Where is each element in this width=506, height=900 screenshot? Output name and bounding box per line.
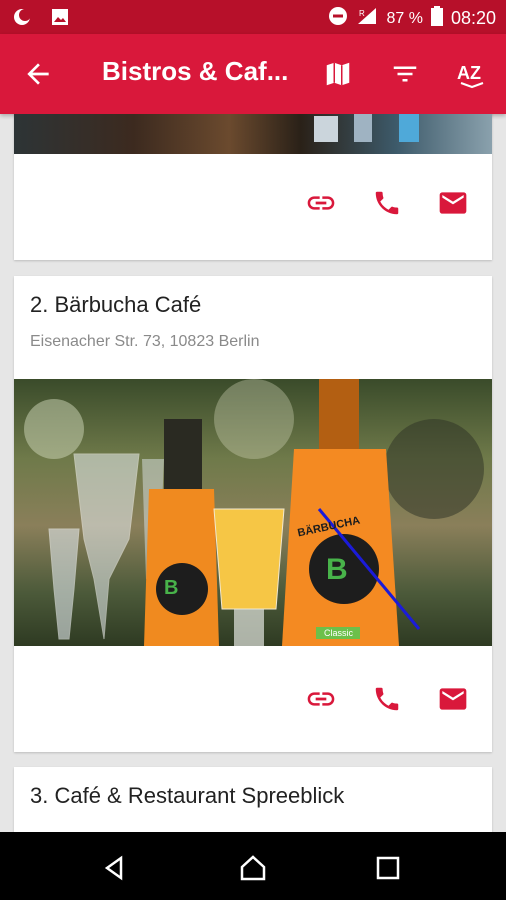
app-bar: Bistros & Caf... AZ (0, 34, 506, 114)
variant-label: Classic (324, 628, 354, 638)
link-icon[interactable] (304, 682, 338, 716)
list-item[interactable] (14, 114, 492, 260)
list-item[interactable]: 2. Bärbucha Café Eisenacher Str. 73, 108… (14, 276, 492, 752)
status-left-icons (12, 7, 70, 32)
moon-icon (12, 7, 32, 32)
card-actions (304, 682, 470, 716)
signal-icon: R (356, 6, 378, 31)
phone-icon[interactable] (370, 682, 404, 716)
item-name: 2. Bärbucha Café (30, 292, 202, 317)
svg-text:AZ: AZ (457, 63, 481, 83)
list-item[interactable]: 3. Café & Restaurant Spreeblick (14, 767, 492, 832)
back-triangle-icon[interactable] (96, 850, 132, 886)
phone-icon[interactable] (370, 186, 404, 220)
battery-percent: 87 % (386, 9, 423, 27)
back-arrow-icon[interactable] (22, 58, 58, 90)
svg-text:B: B (164, 577, 178, 599)
mail-icon[interactable] (436, 682, 470, 716)
item-address: Eisenacher Str. 73, 10823 Berlin (30, 333, 260, 350)
image-icon (50, 7, 70, 32)
recents-icon[interactable] (370, 850, 406, 886)
sort-az-icon[interactable]: AZ (454, 56, 490, 92)
page-title: Bistros & Caf... (102, 56, 289, 86)
card-image: B B BÄRBUCHA Classic (14, 379, 492, 646)
card-image (14, 114, 492, 154)
card-actions (304, 186, 470, 220)
clock: 08:20 (450, 8, 496, 28)
svg-text:B: B (326, 553, 348, 586)
mail-icon[interactable] (436, 186, 470, 220)
map-icon[interactable] (320, 56, 356, 92)
content-list[interactable]: 2. Bärbucha Café Eisenacher Str. 73, 108… (0, 114, 506, 832)
filter-icon[interactable] (387, 56, 423, 92)
link-icon[interactable] (304, 186, 338, 220)
do-not-disturb-icon (328, 6, 348, 31)
system-nav-bar (0, 832, 506, 900)
status-right: R 87 % 08:20 (328, 6, 496, 31)
item-name: 3. Café & Restaurant Spreeblick (30, 783, 345, 808)
home-icon[interactable] (235, 850, 271, 886)
bottles-illustration: B B (24, 379, 484, 646)
status-bar: R 87 % 08:20 (0, 0, 506, 34)
battery-icon (430, 6, 443, 31)
svg-text:R: R (359, 9, 365, 18)
